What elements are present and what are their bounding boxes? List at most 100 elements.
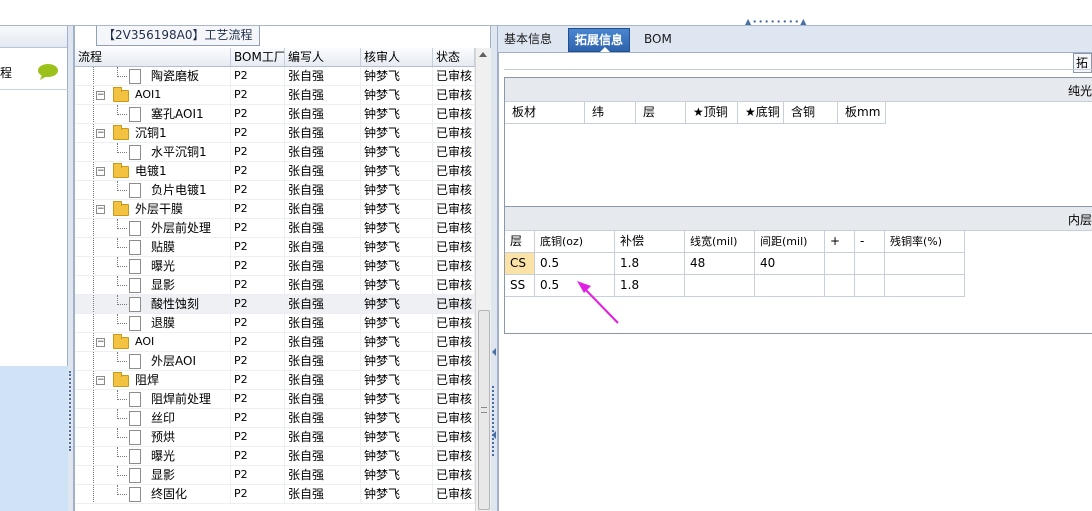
scroll-up-arrow-icon[interactable] [479,52,487,57]
scroll-thumb[interactable] [478,310,490,510]
tree-node[interactable]: 外层前处理 [75,219,231,237]
column-header-layer[interactable]: 层 [636,102,686,124]
splitter-grip[interactable] [492,386,495,456]
tree-node[interactable]: − AOI [75,333,231,351]
tab-bom[interactable]: BOM [638,28,678,52]
tree-node[interactable]: − AOI1 [75,86,231,104]
table-row[interactable]: − 阻焊 P2 张自强 钟梦飞 已审核 [75,371,475,390]
collapse-toggle-icon[interactable]: − [96,129,105,138]
tree-node[interactable]: − 阻焊 [75,371,231,389]
table-row[interactable]: 预烘 P2 张自强 钟梦飞 已审核 [75,428,475,447]
column-header-reviewer[interactable]: 核审人 [361,48,433,66]
tree-node[interactable]: 丝印 [75,409,231,427]
plus-cell[interactable] [825,275,855,297]
tree-node[interactable]: 显影 [75,276,231,294]
table-row[interactable]: 外层AOI P2 张自强 钟梦飞 已审核 [75,352,475,371]
layer-cell[interactable]: SS [505,275,535,297]
minus-cell[interactable] [855,253,885,275]
table-row[interactable]: 陶瓷磨板 P2 张自强 钟梦飞 已审核 [75,67,475,86]
table-row[interactable]: 终固化 P2 张自强 钟梦飞 已审核 [75,485,475,504]
table-row[interactable]: 塞孔AOI1 P2 张自强 钟梦飞 已审核 [75,105,475,124]
chat-bubble-icon[interactable] [37,63,59,80]
tree-node[interactable]: 外层AOI [75,352,231,370]
table-row[interactable]: 外层前处理 P2 张自强 钟梦飞 已审核 [75,219,475,238]
table-row[interactable]: 曝光 P2 张自强 钟梦飞 已审核 [75,447,475,466]
tree-node[interactable]: 曝光 [75,257,231,275]
table-row[interactable]: − AOI P2 张自强 钟梦飞 已审核 [75,333,475,352]
layer-cell[interactable]: CS [505,253,535,275]
column-header-top-copper[interactable]: ★顶铜 [686,102,738,124]
table-row[interactable]: − 电镀1 P2 张自强 钟梦飞 已审核 [75,162,475,181]
base-copper-cell[interactable]: 0.5 [535,275,615,297]
middle-splitter[interactable] [491,26,498,511]
tab-basic-info[interactable]: 基本信息 [498,28,558,52]
column-header-line-width[interactable]: 线宽(mil) [685,231,755,253]
splitter-grip[interactable] [69,371,72,451]
top-splitter-grip[interactable]: ▲∙∙∙∙∙∙∙∙▲ [745,18,813,26]
tree-node[interactable]: 阻焊前处理 [75,390,231,408]
collapse-toggle-icon[interactable]: − [96,338,105,347]
collapse-left-arrow-icon[interactable] [492,348,496,356]
collapse-toggle-icon[interactable]: − [96,167,105,176]
column-header-residual-copper[interactable]: 残铜率(%) [885,231,965,253]
column-header-weft[interactable]: 纬 [585,102,636,124]
table-row[interactable]: 丝印 P2 张自强 钟梦飞 已审核 [75,409,475,428]
tree-node[interactable]: 终固化 [75,485,231,503]
tree-node[interactable]: 塞孔AOI1 [75,105,231,123]
compensation-cell[interactable]: 1.8 [615,253,685,275]
table-row[interactable]: 显影 P2 张自强 钟梦飞 已审核 [75,466,475,485]
column-header-base-copper[interactable]: 底铜(oz) [535,231,615,253]
table-row[interactable]: 贴膜 P2 张自强 钟梦飞 已审核 [75,238,475,257]
spacing-cell[interactable] [755,275,825,297]
column-header-with-copper[interactable]: 含铜 [784,102,838,124]
column-header-bottom-copper[interactable]: ★底铜 [738,102,784,124]
tree-node[interactable]: − 沉铜1 [75,124,231,142]
collapse-toggle-icon[interactable]: − [96,91,105,100]
column-header-board-mm[interactable]: 板mm [838,102,886,124]
tree-node[interactable]: 负片电镀1 [75,181,231,199]
column-header-flow[interactable]: 流程 [75,48,231,66]
line-width-cell[interactable]: 48 [685,253,755,275]
table-row[interactable]: − 外层干膜 P2 张自强 钟梦飞 已审核 [75,200,475,219]
table-row[interactable]: − 沉铜1 P2 张自强 钟梦飞 已审核 [75,124,475,143]
collapse-left-arrow-icon[interactable] [492,431,496,439]
compensation-cell[interactable]: 1.8 [615,275,685,297]
tree-node[interactable]: 陶瓷磨板 [75,67,231,85]
extend-button[interactable]: 拓 [1073,53,1092,73]
column-header-bom-factory[interactable]: BOM工厂 [231,48,285,66]
tree-node[interactable]: 退膜 [75,314,231,332]
table-row[interactable]: 负片电镀1 P2 张自强 钟梦飞 已审核 [75,181,475,200]
column-header-spacing[interactable]: 间距(mil) [755,231,825,253]
plus-cell[interactable] [825,253,855,275]
tree-node[interactable]: 酸性蚀刻 [75,295,231,313]
table-row[interactable]: 阻焊前处理 P2 张自强 钟梦飞 已审核 [75,390,475,409]
line-width-cell[interactable] [685,275,755,297]
tree-node[interactable]: − 外层干膜 [75,200,231,218]
table-row[interactable]: 显影 P2 张自强 钟梦飞 已审核 [75,276,475,295]
table-row[interactable]: CS 0.5 1.8 48 40 [505,253,965,275]
residual-copper-cell[interactable] [885,275,965,297]
column-header-status[interactable]: 状态 [433,48,475,66]
column-header-layer[interactable]: 层 [505,231,535,253]
minus-cell[interactable] [855,275,885,297]
table-row[interactable]: 酸性蚀刻 P2 张自强 钟梦飞 已审核 [75,295,475,314]
column-header-plus[interactable]: + [825,231,855,253]
column-header-writer[interactable]: 编写人 [285,48,361,66]
table-row[interactable]: SS 0.5 1.8 [505,275,965,297]
column-header-minus[interactable]: - [855,231,885,253]
collapse-toggle-icon[interactable]: − [96,205,105,214]
base-copper-cell[interactable]: 0.5 [535,253,615,275]
table-row[interactable]: 退膜 P2 张自强 钟梦飞 已审核 [75,314,475,333]
spacing-cell[interactable]: 40 [755,253,825,275]
table-row[interactable]: 水平沉铜1 P2 张自强 钟梦飞 已审核 [75,143,475,162]
residual-copper-cell[interactable] [885,253,965,275]
left-panel-item[interactable]: 程 [0,61,68,85]
collapse-toggle-icon[interactable]: − [96,376,105,385]
tree-node[interactable]: 贴膜 [75,238,231,256]
tree-node[interactable]: 显影 [75,466,231,484]
column-header-compensation[interactable]: 补偿 [615,231,685,253]
column-header-board[interactable]: 板材 [505,102,585,124]
table-row[interactable]: − AOI1 P2 张自强 钟梦飞 已审核 [75,86,475,105]
process-grid-scrollbar[interactable] [475,48,491,511]
tree-node[interactable]: 水平沉铜1 [75,143,231,161]
